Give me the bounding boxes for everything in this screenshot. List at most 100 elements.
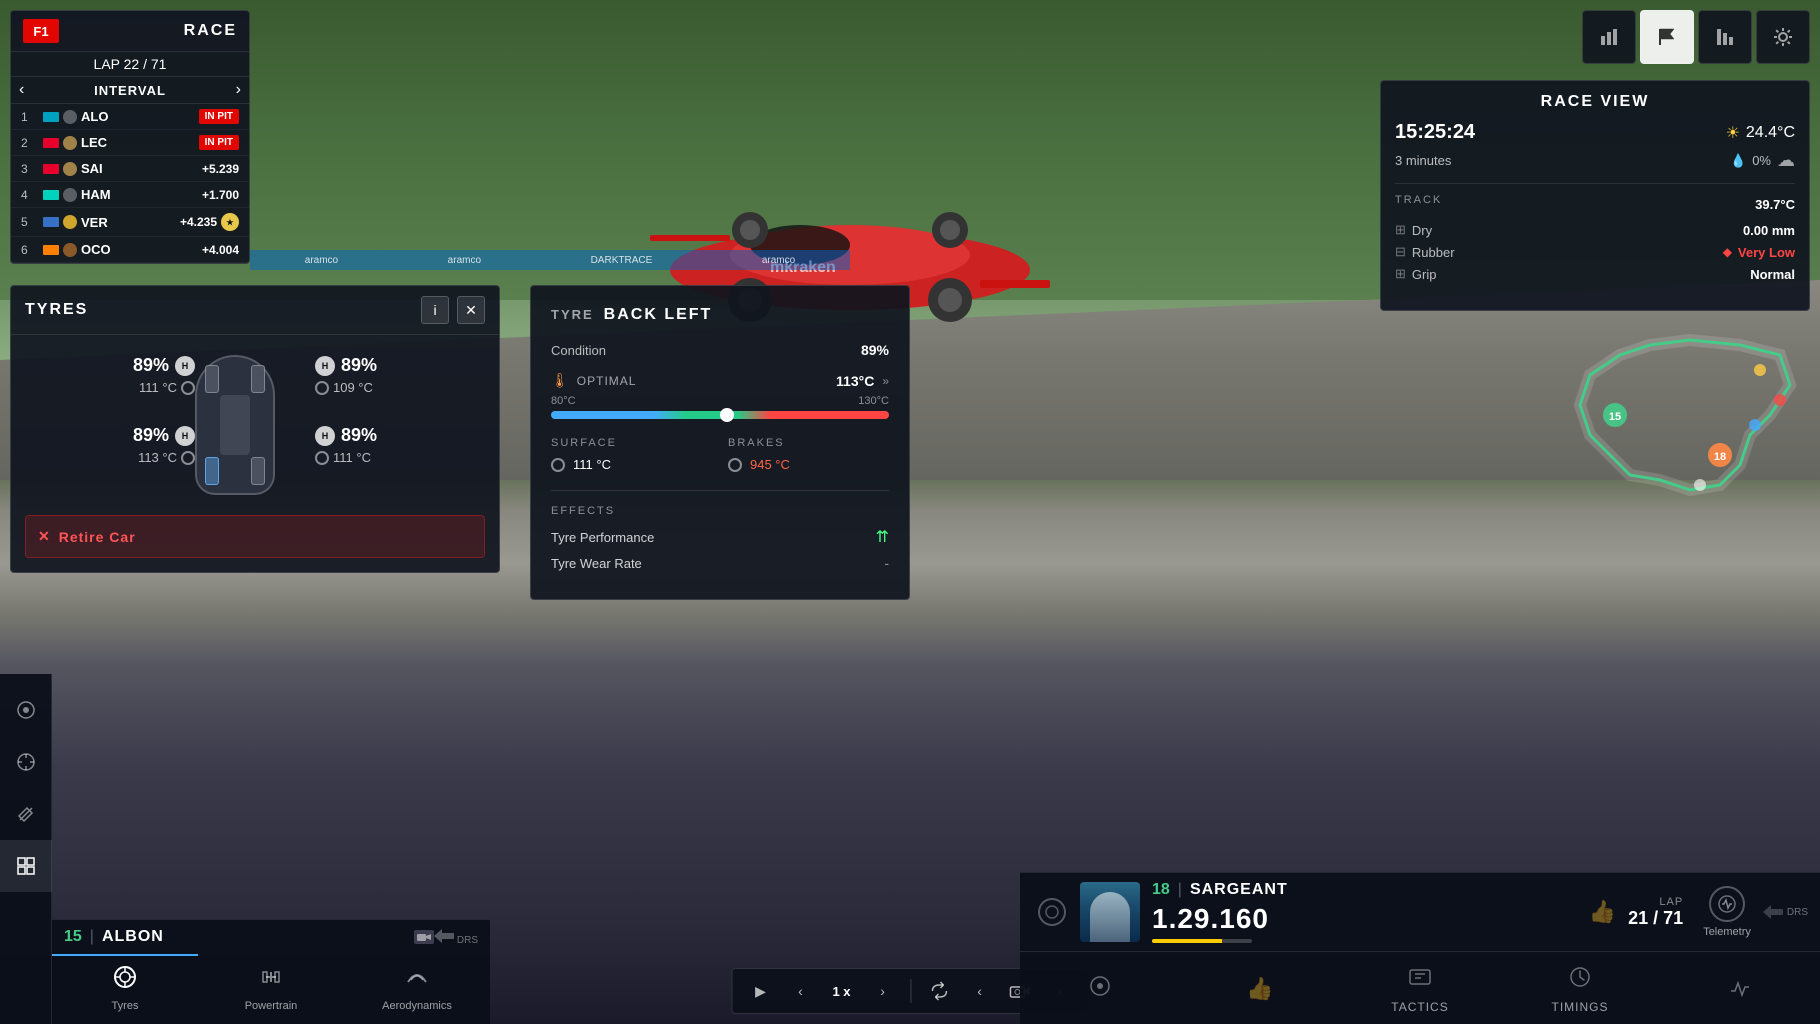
portrait-silhouette — [1090, 892, 1130, 942]
sargeant-drs-label: DRS — [1787, 907, 1808, 918]
aero-tab-icon — [404, 964, 430, 996]
driver-name-ham: HAM — [81, 187, 202, 202]
retire-icon: ✕ — [38, 528, 51, 545]
driver-name-lec: LEC — [81, 135, 199, 150]
side-icon-active[interactable] — [0, 840, 52, 892]
sarg-tab-telemetry[interactable] — [1660, 952, 1820, 1024]
interval-nav: ‹ INTERVAL › — [11, 76, 249, 104]
driver-gap-alo: IN PIT — [199, 109, 239, 124]
sarg-tab-tactics[interactable]: TACTICS — [1340, 952, 1500, 1024]
driver-avatar-oco — [63, 243, 77, 257]
nav-flag-btn[interactable] — [1640, 10, 1694, 64]
rubber-icon: ⊟ — [1395, 244, 1406, 260]
compound-rl: H — [175, 426, 195, 446]
car-rear-wheels — [197, 457, 273, 485]
sarg-telemetry-icon — [1727, 973, 1753, 1005]
driver-row-6: 6 OCO +4.004 — [11, 237, 249, 263]
driver-row-5: 5 VER +4.235 ★ — [11, 208, 249, 237]
f1-logo: F1 — [23, 19, 59, 43]
telemetry-btn[interactable]: Telemetry — [1703, 886, 1751, 938]
rubber-val: Very Low — [1738, 245, 1795, 260]
loop-btn[interactable] — [924, 975, 956, 1007]
dry-icon: ⊞ — [1395, 222, 1406, 238]
track-map-svg: 15 18 — [1560, 315, 1810, 515]
forward-btn[interactable]: › — [867, 975, 899, 1007]
rv-minutes: 3 minutes — [1395, 153, 1451, 168]
temp-bar — [551, 411, 889, 419]
sargeant-number: 18 — [1152, 881, 1170, 899]
team-icon-ham — [43, 190, 59, 200]
nav-bar-chart-btn[interactable] — [1698, 10, 1752, 64]
car-top-view — [195, 355, 275, 495]
cam-prev-btn[interactable]: ‹ — [964, 975, 996, 1007]
temp-range-labels: 80°C 130°C — [551, 395, 889, 407]
optimal-row: 🌡 OPTIMAL 113°C » — [551, 372, 889, 389]
sargeant-lap-time: 1.29.160 — [1152, 903, 1577, 935]
tyres-header: TYRES i ✕ — [11, 286, 499, 335]
play-btn[interactable]: ▶ — [744, 975, 776, 1007]
condition-row: Condition 89% — [551, 342, 889, 358]
sarg-tab-timings[interactable]: TIMINGS — [1500, 952, 1660, 1024]
tyre-wear-val: - — [884, 555, 889, 571]
retire-car-btn[interactable]: ✕ Retire Car — [25, 515, 485, 558]
cloud-icon: ☁ — [1777, 150, 1795, 171]
optimal-label: OPTIMAL — [577, 374, 828, 388]
rv-rain-pct: 0% — [1752, 153, 1771, 168]
tyres-close-btn[interactable]: ✕ — [457, 296, 485, 324]
tyres-panel: TYRES i ✕ 89% H 111 °C — [10, 285, 500, 573]
nav-gear-btn[interactable] — [1756, 10, 1810, 64]
interval-prev-btn[interactable]: ‹ — [19, 81, 24, 99]
rv-temp: 24.4°C — [1746, 124, 1795, 142]
rv-weather-row: 3 minutes 💧 0% ☁ — [1395, 150, 1795, 171]
bottom-sargeant-panel: 18 | SARGEANT 1.29.160 👍 LAP 21 / 71 Tel… — [1020, 872, 1820, 1024]
driver-gap-lec: IN PIT — [199, 135, 239, 150]
race-view-title: RACE VIEW — [1395, 93, 1795, 111]
optimal-temp: 113°C — [836, 373, 874, 389]
lap-label-s: LAP — [1659, 896, 1683, 908]
tyre-front-left: 89% H 111 °C — [25, 355, 195, 425]
tyre-rear-right: H 89% 111 °C — [315, 425, 485, 495]
car-front-wheels — [197, 365, 273, 393]
condition-value: 89% — [861, 342, 889, 358]
nav-chart-btn[interactable] — [1582, 10, 1636, 64]
tyres-tab-label: Tyres — [112, 1000, 139, 1012]
track-section: TRACK 39.7°C ⊞ Dry 0.00 mm ⊟ Rubber ◆ Ve… — [1395, 183, 1795, 298]
side-icon-tyres-nav[interactable] — [0, 736, 52, 788]
tyre-detail-label: TYRE — [551, 307, 594, 322]
svg-text:18: 18 — [1714, 451, 1726, 463]
side-icon-strategies[interactable] — [0, 684, 52, 736]
side-icon-tools[interactable] — [0, 788, 52, 840]
tyres-info-btn[interactable]: i — [421, 296, 449, 324]
team-icon-sai — [43, 164, 59, 174]
speed-label: 1 x — [824, 984, 858, 999]
temp-circle-rl — [181, 451, 195, 465]
driver-gap-ver: +4.235 — [180, 215, 217, 229]
bottom-left-header: 15 | ALBON DRS — [52, 919, 490, 954]
surface-title: SURFACE — [551, 437, 712, 449]
rv-time: 15:25:24 — [1395, 121, 1475, 144]
sargeant-lap-info: LAP 21 / 71 — [1628, 896, 1683, 929]
tab-aerodynamics[interactable]: Aerodynamics — [344, 954, 490, 1024]
race-label: RACE — [184, 22, 237, 40]
grip-val: Normal — [1750, 267, 1795, 282]
rewind-btn[interactable]: ‹ — [784, 975, 816, 1007]
timings-label: TIMINGS — [1552, 1000, 1609, 1014]
interval-next-btn[interactable]: › — [236, 81, 241, 99]
albon-cam-icon — [414, 930, 434, 944]
ver-indicator: ★ — [221, 213, 239, 231]
car-body-center — [197, 393, 273, 457]
dry-val: 0.00 mm — [1743, 223, 1795, 238]
tyre-wear-row: Tyre Wear Rate - — [551, 555, 889, 571]
tyre-detail-header: TYRE BACK LEFT — [551, 306, 889, 324]
car-diagram — [195, 355, 315, 495]
tab-powertrain[interactable]: Powertrain — [198, 954, 344, 1024]
telemetry-icon — [1709, 886, 1745, 922]
tab-tyres[interactable]: Tyres — [52, 954, 198, 1024]
grip-icon: ⊞ — [1395, 266, 1406, 282]
track-label: TRACK — [1395, 194, 1442, 206]
tyre-detail-position: BACK LEFT — [604, 306, 713, 324]
driver-row-4: 4 HAM +1.700 — [11, 182, 249, 208]
sarg-tab-strategies[interactable] — [1020, 952, 1180, 1024]
driver-avatar-ham — [63, 188, 77, 202]
sarg-tab-thumb[interactable]: 👍 — [1180, 952, 1340, 1024]
